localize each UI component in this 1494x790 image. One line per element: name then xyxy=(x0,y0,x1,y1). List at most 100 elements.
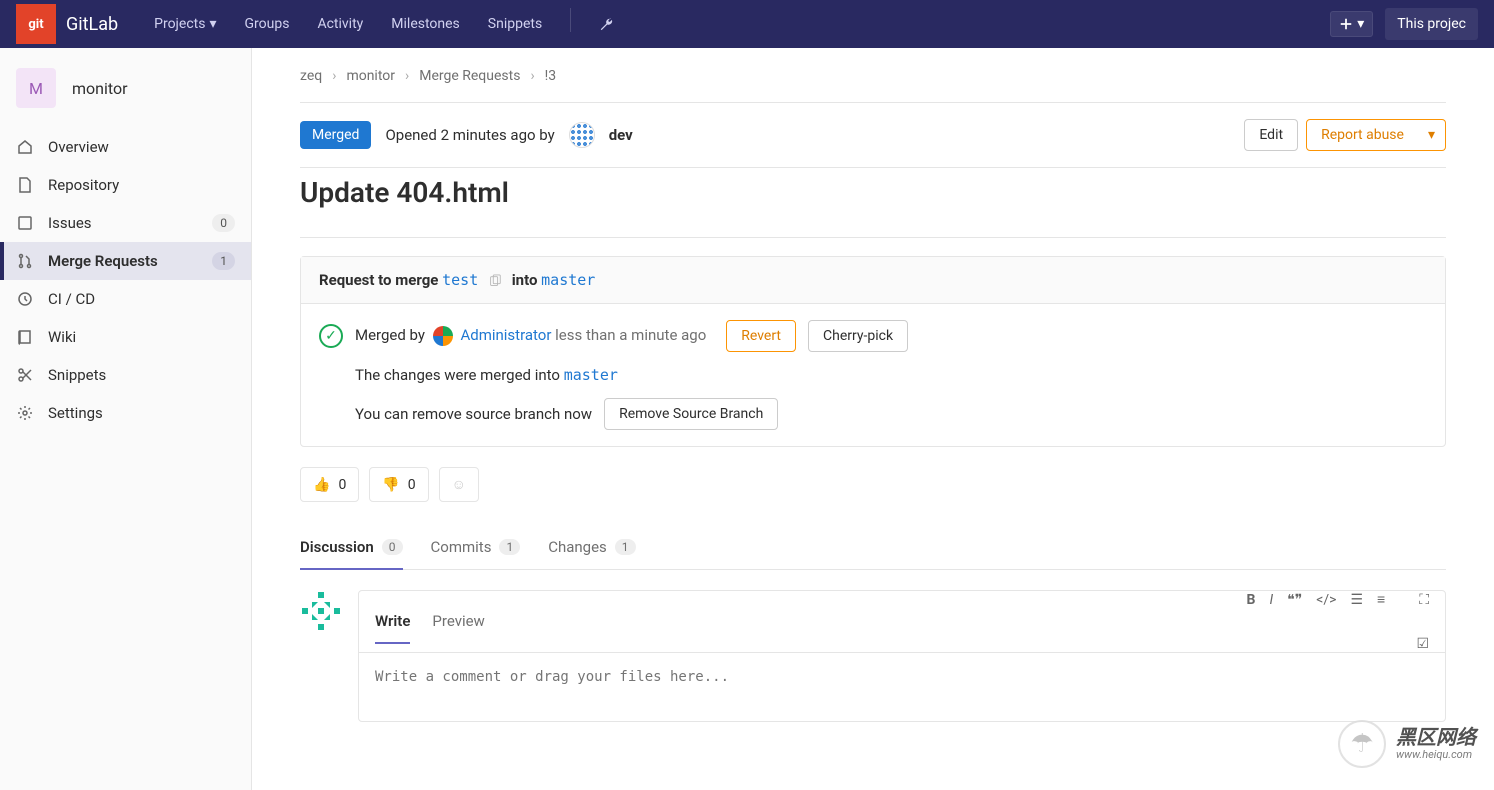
report-abuse-dropdown[interactable]: ▾ xyxy=(1418,119,1446,151)
main-content: zeq › monitor › Merge Requests › !3 Merg… xyxy=(252,48,1494,790)
tab-commits[interactable]: Commits1 xyxy=(431,526,521,570)
comment-textarea[interactable] xyxy=(359,653,1445,717)
mr-title: Update 404.html xyxy=(300,176,1446,209)
sidebar-item-merge-requests[interactable]: Merge Requests 1 xyxy=(0,242,251,280)
smiley-icon: ☺ xyxy=(452,477,466,493)
chevron-right-icon: › xyxy=(405,68,409,84)
merge-box-header: Request to merge test into master xyxy=(301,257,1445,304)
sidebar-item-repository[interactable]: Repository xyxy=(0,166,251,204)
breadcrumb: zeq › monitor › Merge Requests › !3 xyxy=(300,68,1446,84)
new-dropdown-button[interactable]: ▾ xyxy=(1330,11,1373,37)
nav-activity[interactable]: Activity xyxy=(305,8,375,40)
merged-target-link[interactable]: master xyxy=(564,366,618,384)
breadcrumb-project[interactable]: monitor xyxy=(346,68,395,84)
search-context[interactable]: This projec xyxy=(1385,8,1478,40)
nav-snippets[interactable]: Snippets xyxy=(476,8,554,40)
author-avatar[interactable] xyxy=(569,122,595,148)
admin-link[interactable]: Administrator xyxy=(460,326,551,344)
project-avatar: M xyxy=(16,68,56,108)
tab-discussion[interactable]: Discussion0 xyxy=(300,526,403,570)
sidebar: M monitor Overview Repository Issues 0 M… xyxy=(0,48,252,790)
book-icon xyxy=(16,328,34,346)
plus-icon xyxy=(1339,17,1353,31)
write-tab[interactable]: Write xyxy=(375,600,410,644)
cicd-icon xyxy=(16,290,34,308)
revert-button[interactable]: Revert xyxy=(726,320,796,352)
top-navbar: git GitLab Projects▾ Groups Activity Mil… xyxy=(0,0,1494,48)
chevron-right-icon: › xyxy=(530,68,534,84)
list-ul-icon[interactable]: ☰ xyxy=(1350,592,1363,608)
file-icon xyxy=(16,176,34,194)
divider xyxy=(300,237,1446,238)
breadcrumb-id: !3 xyxy=(545,68,556,84)
breadcrumb-group[interactable]: zeq xyxy=(300,68,322,84)
comment-tabs: Write Preview B I ❝❞ </> ☰ ≡ ⛶ ☑ xyxy=(359,591,1445,653)
project-name: monitor xyxy=(72,79,128,98)
target-branch-link[interactable]: master xyxy=(541,271,595,289)
bold-icon[interactable]: B xyxy=(1247,592,1256,608)
tab-changes[interactable]: Changes1 xyxy=(548,526,635,570)
gear-icon xyxy=(16,404,34,422)
gitlab-logo[interactable]: git xyxy=(16,4,56,44)
sidebar-item-cicd[interactable]: CI / CD xyxy=(0,280,251,318)
sidebar-item-wiki[interactable]: Wiki xyxy=(0,318,251,356)
copy-icon[interactable] xyxy=(488,274,502,288)
reactions-bar: 👍0 👎0 ☺ xyxy=(300,467,1446,502)
changes-merged-text: The changes were merged into master xyxy=(355,366,618,384)
merge-status-box: Request to merge test into master ✓ Merg… xyxy=(300,256,1446,447)
mr-actions: Edit Report abuse ▾ xyxy=(1244,119,1446,151)
preview-tab[interactable]: Preview xyxy=(432,600,484,644)
sidebar-item-issues[interactable]: Issues 0 xyxy=(0,204,251,242)
admin-avatar[interactable] xyxy=(433,326,453,346)
home-icon xyxy=(16,138,34,156)
cherry-pick-button[interactable]: Cherry-pick xyxy=(808,320,908,352)
scissors-icon xyxy=(16,366,34,384)
watermark-url: www.heiqu.com xyxy=(1396,748,1476,761)
opened-text: Opened 2 minutes ago by xyxy=(385,126,554,144)
code-icon[interactable]: </> xyxy=(1316,592,1336,608)
report-abuse-button[interactable]: Report abuse xyxy=(1306,119,1419,151)
project-header[interactable]: M monitor xyxy=(0,60,251,116)
italic-icon[interactable]: I xyxy=(1269,592,1273,608)
remove-source-branch-button[interactable]: Remove Source Branch xyxy=(604,398,778,430)
merge-request-icon xyxy=(16,252,34,270)
admin-wrench-icon[interactable] xyxy=(587,8,625,40)
brand-name[interactable]: GitLab xyxy=(66,14,118,35)
current-user-avatar[interactable] xyxy=(300,590,342,632)
nav-projects[interactable]: Projects▾ xyxy=(142,8,228,40)
mr-header: Merged Opened 2 minutes ago by dev Edit … xyxy=(300,103,1446,167)
add-emoji-button[interactable]: ☺ xyxy=(439,467,479,502)
issues-icon xyxy=(16,214,34,232)
comment-area: Write Preview B I ❝❞ </> ☰ ≡ ⛶ ☑ xyxy=(300,590,1446,722)
watermark: ☂ 黑区网络 www.heiqu.com xyxy=(1338,720,1476,768)
nav-separator xyxy=(570,8,571,32)
source-branch-link[interactable]: test xyxy=(442,271,478,289)
fullscreen-icon[interactable]: ⛶ xyxy=(1419,592,1429,608)
nav-milestones[interactable]: Milestones xyxy=(379,8,472,40)
watermark-icon: ☂ xyxy=(1338,720,1386,768)
issues-count-badge: 0 xyxy=(212,214,235,232)
check-circle-icon: ✓ xyxy=(319,324,343,348)
sidebar-item-settings[interactable]: Settings xyxy=(0,394,251,432)
sidebar-item-snippets[interactable]: Snippets xyxy=(0,356,251,394)
nav-groups[interactable]: Groups xyxy=(233,8,302,40)
comment-box: Write Preview B I ❝❞ </> ☰ ≡ ⛶ ☑ xyxy=(358,590,1446,722)
merged-by-text: Merged by Administrator less than a minu… xyxy=(355,326,706,346)
chevron-right-icon: › xyxy=(332,68,336,84)
thumbs-down-button[interactable]: 👎0 xyxy=(369,467,428,502)
thumbs-down-icon: 👎 xyxy=(382,477,399,493)
divider xyxy=(300,167,1446,168)
quote-icon[interactable]: ❝❞ xyxy=(1287,592,1302,608)
mr-tabs: Discussion0 Commits1 Changes1 xyxy=(300,526,1446,570)
list-ol-icon[interactable]: ≡ xyxy=(1377,591,1385,608)
editor-toolbar: B I ❝❞ </> ☰ ≡ ⛶ ☑ xyxy=(1206,591,1429,652)
edit-button[interactable]: Edit xyxy=(1244,119,1298,151)
chevron-down-icon: ▾ xyxy=(209,16,216,32)
breadcrumb-section[interactable]: Merge Requests xyxy=(419,68,520,84)
thumbs-up-button[interactable]: 👍0 xyxy=(300,467,359,502)
topnav-right: ▾ This projec xyxy=(1330,8,1478,40)
chevron-down-icon: ▾ xyxy=(1357,16,1364,32)
sidebar-item-overview[interactable]: Overview xyxy=(0,128,251,166)
task-list-icon[interactable]: ☑ xyxy=(1416,636,1429,652)
author-name[interactable]: dev xyxy=(609,126,633,144)
